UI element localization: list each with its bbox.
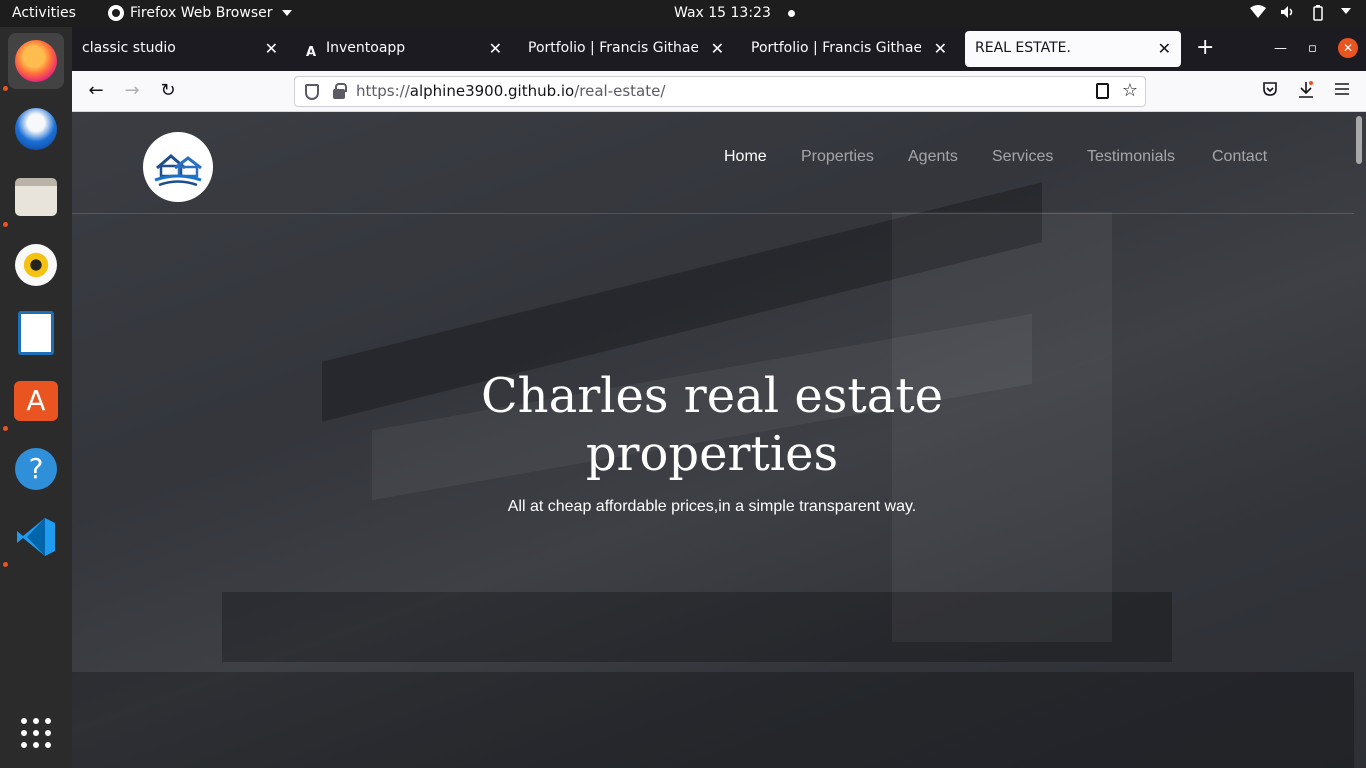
url-bar[interactable]: https://alphine3900.github.io/real-estat… [294,76,1146,107]
downloads-icon[interactable] [1298,81,1314,103]
notification-dot-icon [787,9,795,17]
close-icon[interactable]: ✕ [934,39,947,58]
running-indicator [3,562,8,567]
power-menu-chevron-icon [1340,5,1356,21]
files-icon [15,178,57,216]
dock-firefox[interactable] [8,33,64,89]
activities-button[interactable]: Activities [12,5,76,21]
tab-portfolio-2[interactable]: Portfolio | Francis Githae ✕ [741,31,957,67]
close-icon[interactable]: ✕ [265,39,278,58]
site-header: Home Properties Agents Services Testimon… [72,112,1354,214]
browser-nav-bar: ← → ↻ https://alphine3900.github.io/real… [72,71,1366,112]
angular-favicon-icon: A [306,45,317,60]
hero-title-line-2: properties [585,426,839,482]
nav-link-properties[interactable]: Properties [801,148,874,166]
running-indicator [3,86,8,91]
system-tray[interactable] [1250,5,1356,21]
firefox-icon [15,40,57,82]
ubuntu-dock: A ? [0,27,72,768]
app-menu[interactable]: Firefox Web Browser [108,5,292,21]
close-icon[interactable]: ✕ [711,39,724,58]
background-ground-shape [72,672,1354,768]
dock-vscode[interactable] [8,509,64,565]
bookmark-star-icon[interactable]: ☆ [1122,80,1138,101]
window-close-icon[interactable]: ✕ [1338,38,1358,58]
forward-arrow-icon[interactable]: → [120,80,144,104]
house-logo-icon [154,154,202,187]
clock[interactable]: Wax 15 13:23 [674,5,795,21]
maximize-icon[interactable]: ▫ [1308,41,1317,56]
hero-title: Charles real estate properties [412,367,1012,483]
chevron-down-icon [281,10,292,16]
url-host: alphine3900.github.io [409,82,575,100]
url-path: /real-estate/ [574,82,666,100]
tab-label: classic studio [82,40,176,56]
help-icon: ? [15,448,57,490]
dock-files[interactable] [8,169,64,225]
dock-thunderbird[interactable] [8,101,64,157]
site-logo[interactable] [143,132,213,202]
close-icon[interactable]: ✕ [489,39,502,58]
padlock-icon[interactable] [333,83,347,99]
url-text[interactable]: https://alphine3900.github.io/real-estat… [356,82,665,100]
volume-icon [1280,5,1296,21]
minimize-icon[interactable]: — [1274,41,1287,56]
vscode-icon [17,518,55,556]
reload-icon[interactable]: ↻ [156,80,180,104]
close-icon[interactable]: ✕ [1158,39,1171,58]
new-tab-plus-icon[interactable]: + [1196,37,1214,59]
nav-link-home[interactable]: Home [724,148,767,166]
page-scrollbar[interactable] [1356,116,1362,164]
url-scheme: https:// [356,82,410,100]
web-page: Home Properties Agents Services Testimon… [72,112,1366,768]
battery-icon [1310,5,1326,21]
app-grid-icon [21,718,51,748]
hamburger-menu-icon[interactable] [1334,81,1350,100]
app-menu-label: Firefox Web Browser [130,5,273,21]
clock-label: Wax 15 13:23 [674,5,771,21]
tab-label: Inventoapp [326,40,406,56]
nav-link-testimonials[interactable]: Testimonials [1087,148,1175,166]
browser-tab-bar: classic studio ✕ A Inventoapp ✕ Portfolio… [72,27,1366,71]
tab-label: Portfolio | Francis Githae [528,40,698,56]
tab-label: REAL ESTATE. [975,40,1071,56]
rhythmbox-icon [15,244,57,286]
hero-subtitle: All at cheap affordable prices,in a simp… [507,498,917,515]
tab-classic-studio[interactable]: classic studio ✕ [72,31,288,67]
firefox-mini-icon [108,5,124,21]
tab-label: Portfolio | Francis Githae [751,40,921,56]
dock-rhythmbox[interactable] [8,237,64,293]
dock-show-applications[interactable] [8,705,64,761]
hero-title-line-1: Charles real estate [480,368,944,424]
pocket-icon[interactable] [1262,81,1278,101]
dock-libreoffice-writer[interactable] [8,305,64,361]
reader-view-icon[interactable] [1096,83,1109,99]
tab-real-estate[interactable]: REAL ESTATE. ✕ [965,31,1181,67]
running-indicator [3,222,8,227]
nav-link-agents[interactable]: Agents [908,148,958,166]
back-arrow-icon[interactable]: ← [84,80,108,104]
running-indicator [3,426,8,431]
tab-inventoapp[interactable]: A Inventoapp ✕ [296,31,512,67]
nav-link-contact[interactable]: Contact [1212,148,1267,166]
thunderbird-icon [15,108,57,150]
libreoffice-writer-icon [18,311,54,355]
dock-help[interactable]: ? [8,441,64,497]
dock-software-center[interactable]: A [8,373,64,429]
tab-portfolio-1[interactable]: Portfolio | Francis Githae ✕ [518,31,734,67]
wifi-icon [1250,5,1266,21]
nav-link-services[interactable]: Services [992,148,1053,166]
tracking-protection-shield-icon[interactable] [305,84,319,100]
system-top-bar: Activities Firefox Web Browser Wax 15 13… [0,0,1366,27]
software-center-icon: A [14,381,58,421]
